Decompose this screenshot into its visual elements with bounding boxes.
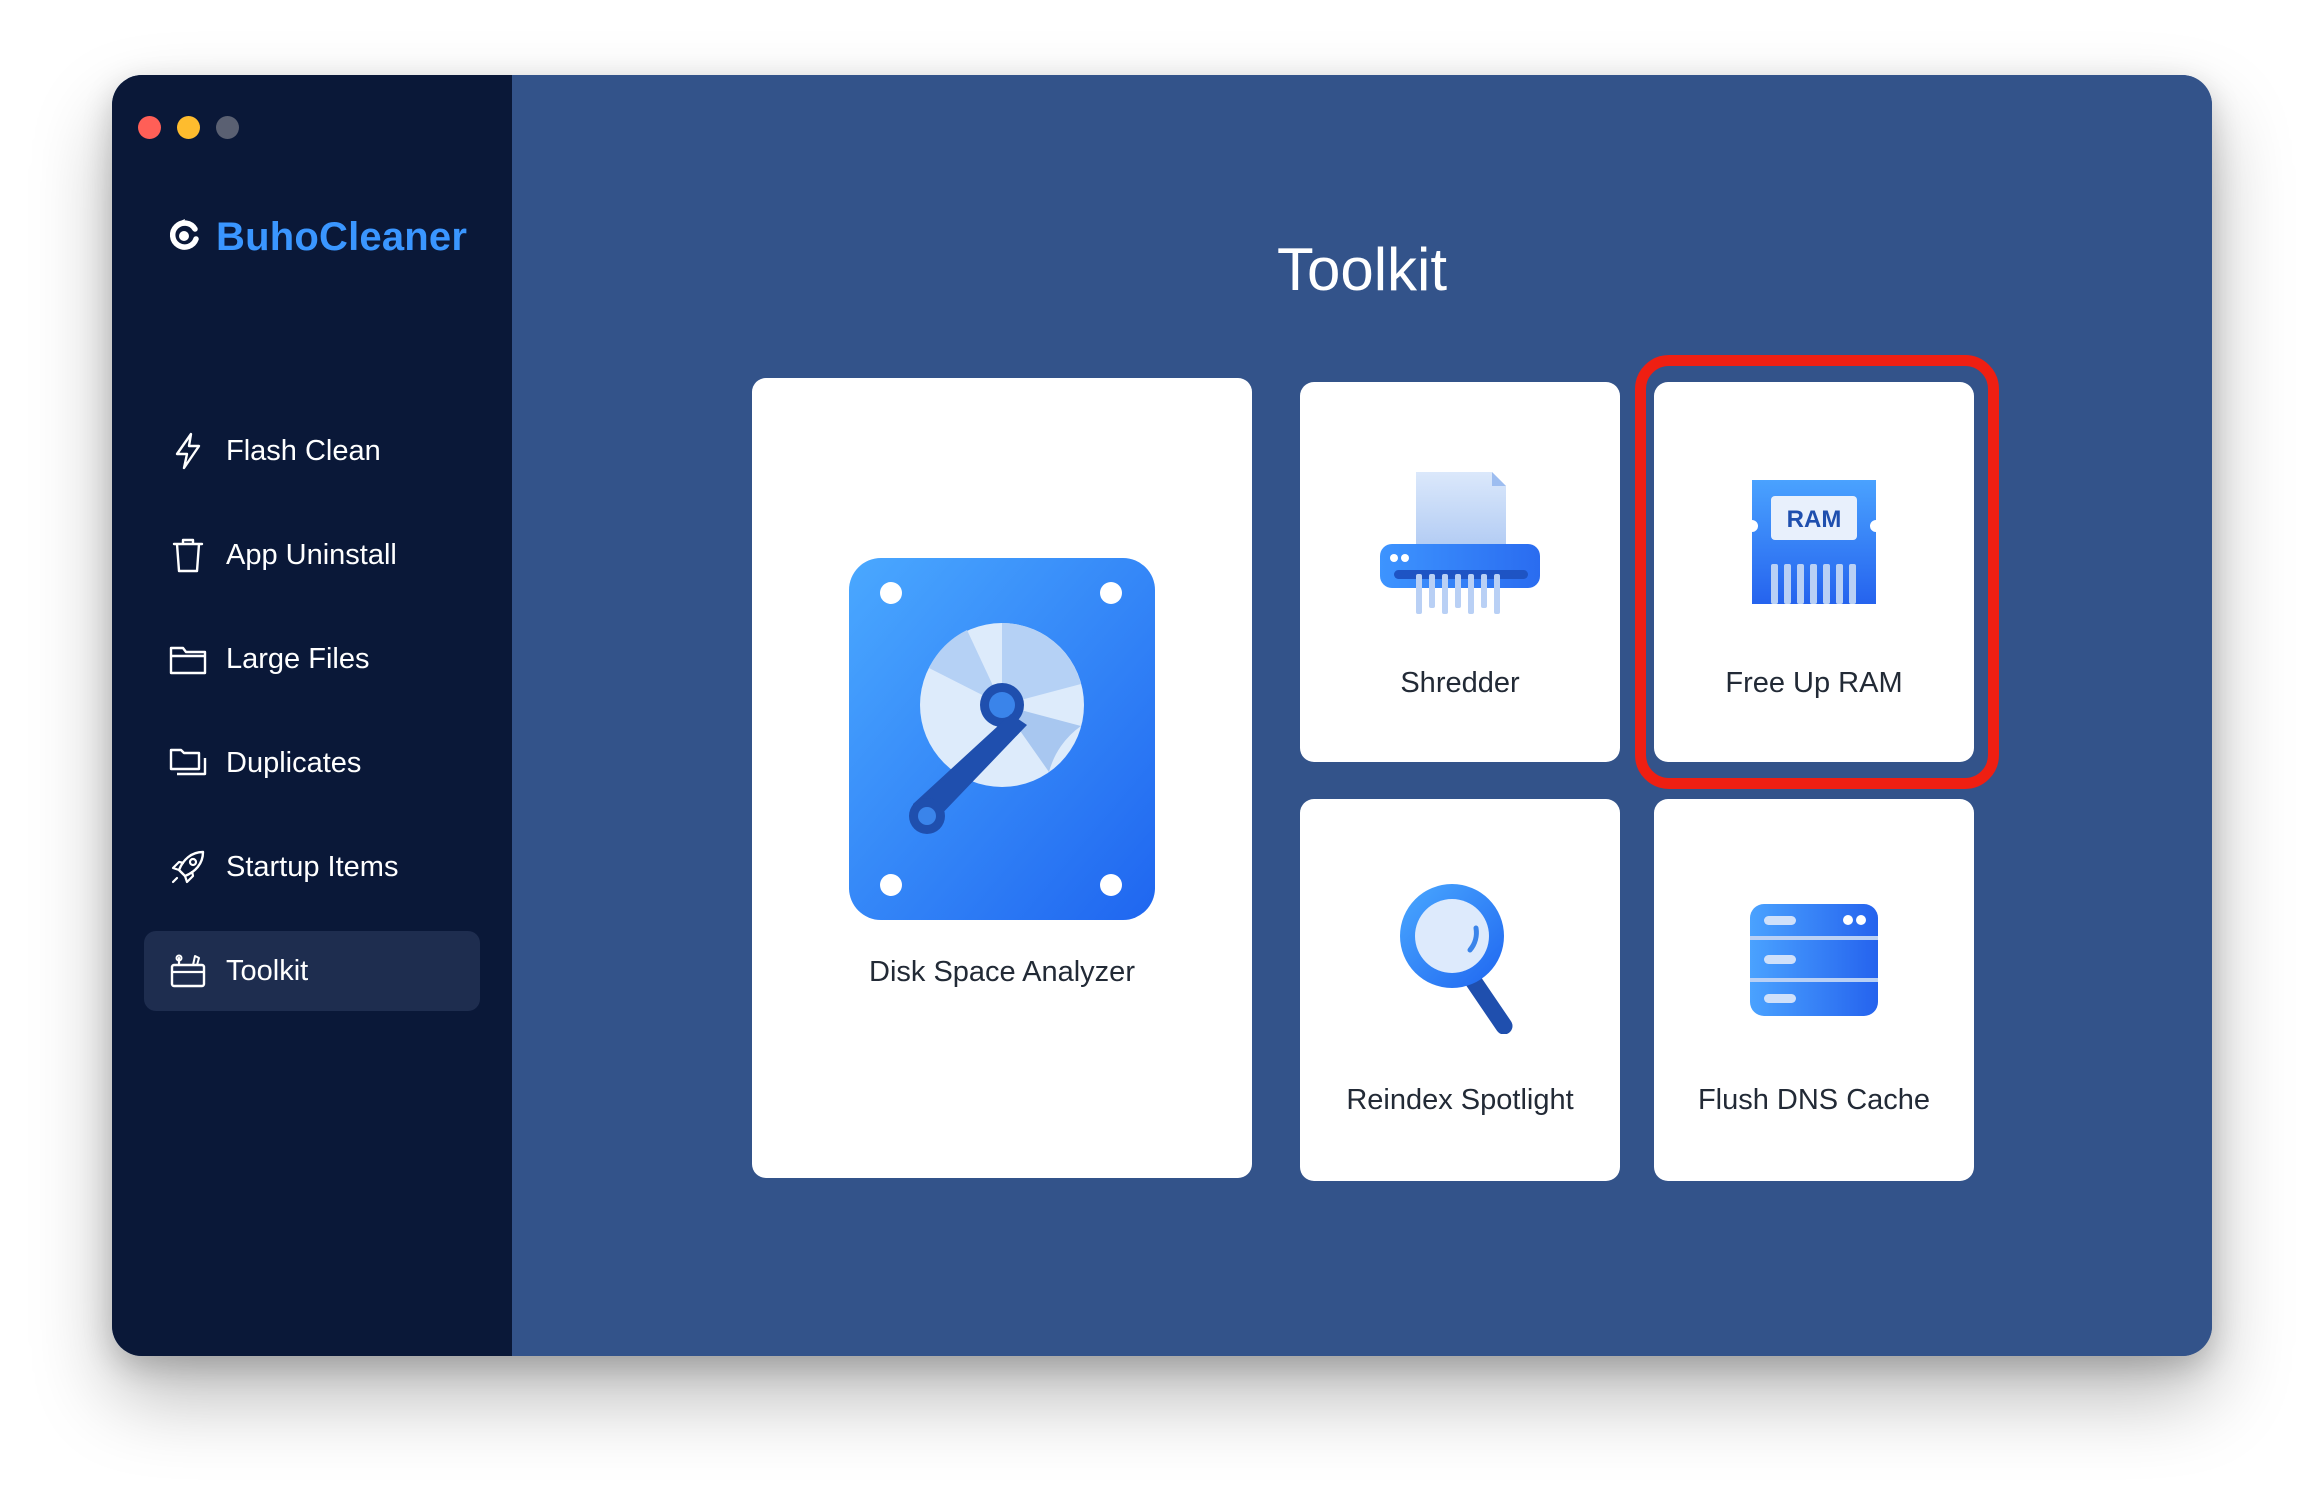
tool-card-free-up-ram[interactable]: RAM Free Up RAM [1654, 382, 1974, 762]
sidebar-item-label: Duplicates [226, 746, 362, 779]
app-window: BuhoCleaner Flash Clean App Uninstall La… [112, 75, 2212, 1356]
toolbox-icon [168, 951, 208, 991]
minimize-button[interactable] [177, 116, 200, 139]
brand: BuhoCleaner [166, 215, 467, 260]
sidebar-nav: Flash Clean App Uninstall Large Files Du… [144, 411, 480, 1035]
tool-card-disk-space-analyzer[interactable]: Disk Space Analyzer [752, 378, 1252, 1178]
trash-icon [168, 535, 208, 575]
sidebar-item-startup-items[interactable]: Startup Items [144, 827, 480, 907]
sidebar-item-label: Flash Clean [226, 434, 381, 467]
buho-logo-icon [166, 217, 202, 258]
server-icon [1750, 904, 1878, 1021]
ram-chip-icon: RAM [1749, 480, 1879, 609]
sidebar-item-label: Large Files [226, 642, 370, 675]
tool-card-reindex-spotlight[interactable]: Reindex Spotlight [1300, 799, 1620, 1181]
sidebar-item-large-files[interactable]: Large Files [144, 619, 480, 699]
hard-disk-icon [849, 558, 1155, 925]
sidebar: BuhoCleaner Flash Clean App Uninstall La… [112, 75, 512, 1356]
tool-label: Reindex Spotlight [1346, 1084, 1574, 1116]
folder-icon [168, 639, 208, 679]
main-content: Toolkit Disk Space Analyzer Shredder RAM… [512, 75, 2212, 1356]
sidebar-item-flash-clean[interactable]: Flash Clean [144, 411, 480, 491]
sidebar-item-label: Startup Items [226, 850, 399, 883]
sidebar-item-label: App Uninstall [226, 538, 397, 571]
brand-name: BuhoCleaner [216, 215, 468, 259]
page-title: Toolkit [1276, 236, 1448, 303]
window-controls [138, 116, 239, 139]
ram-chip-label: RAM [1786, 506, 1842, 533]
rocket-icon [168, 847, 208, 887]
close-button[interactable] [138, 116, 161, 139]
tool-card-shredder[interactable]: Shredder [1300, 382, 1620, 762]
tool-label: Disk Space Analyzer [869, 956, 1135, 988]
shredder-icon [1380, 472, 1540, 619]
lightning-icon [168, 431, 208, 471]
sidebar-item-app-uninstall[interactable]: App Uninstall [144, 515, 480, 595]
tool-card-flush-dns-cache[interactable]: Flush DNS Cache [1654, 799, 1974, 1181]
magnifier-icon [1400, 884, 1520, 1039]
tool-label: Free Up RAM [1725, 667, 1903, 699]
tool-label: Flush DNS Cache [1697, 1084, 1931, 1116]
duplicate-folder-icon [168, 743, 208, 783]
tool-label: Shredder [1400, 667, 1520, 699]
sidebar-item-label: Toolkit [226, 954, 309, 987]
sidebar-item-duplicates[interactable]: Duplicates [144, 723, 480, 803]
zoom-button[interactable] [216, 116, 239, 139]
sidebar-item-toolkit[interactable]: Toolkit [144, 931, 480, 1011]
